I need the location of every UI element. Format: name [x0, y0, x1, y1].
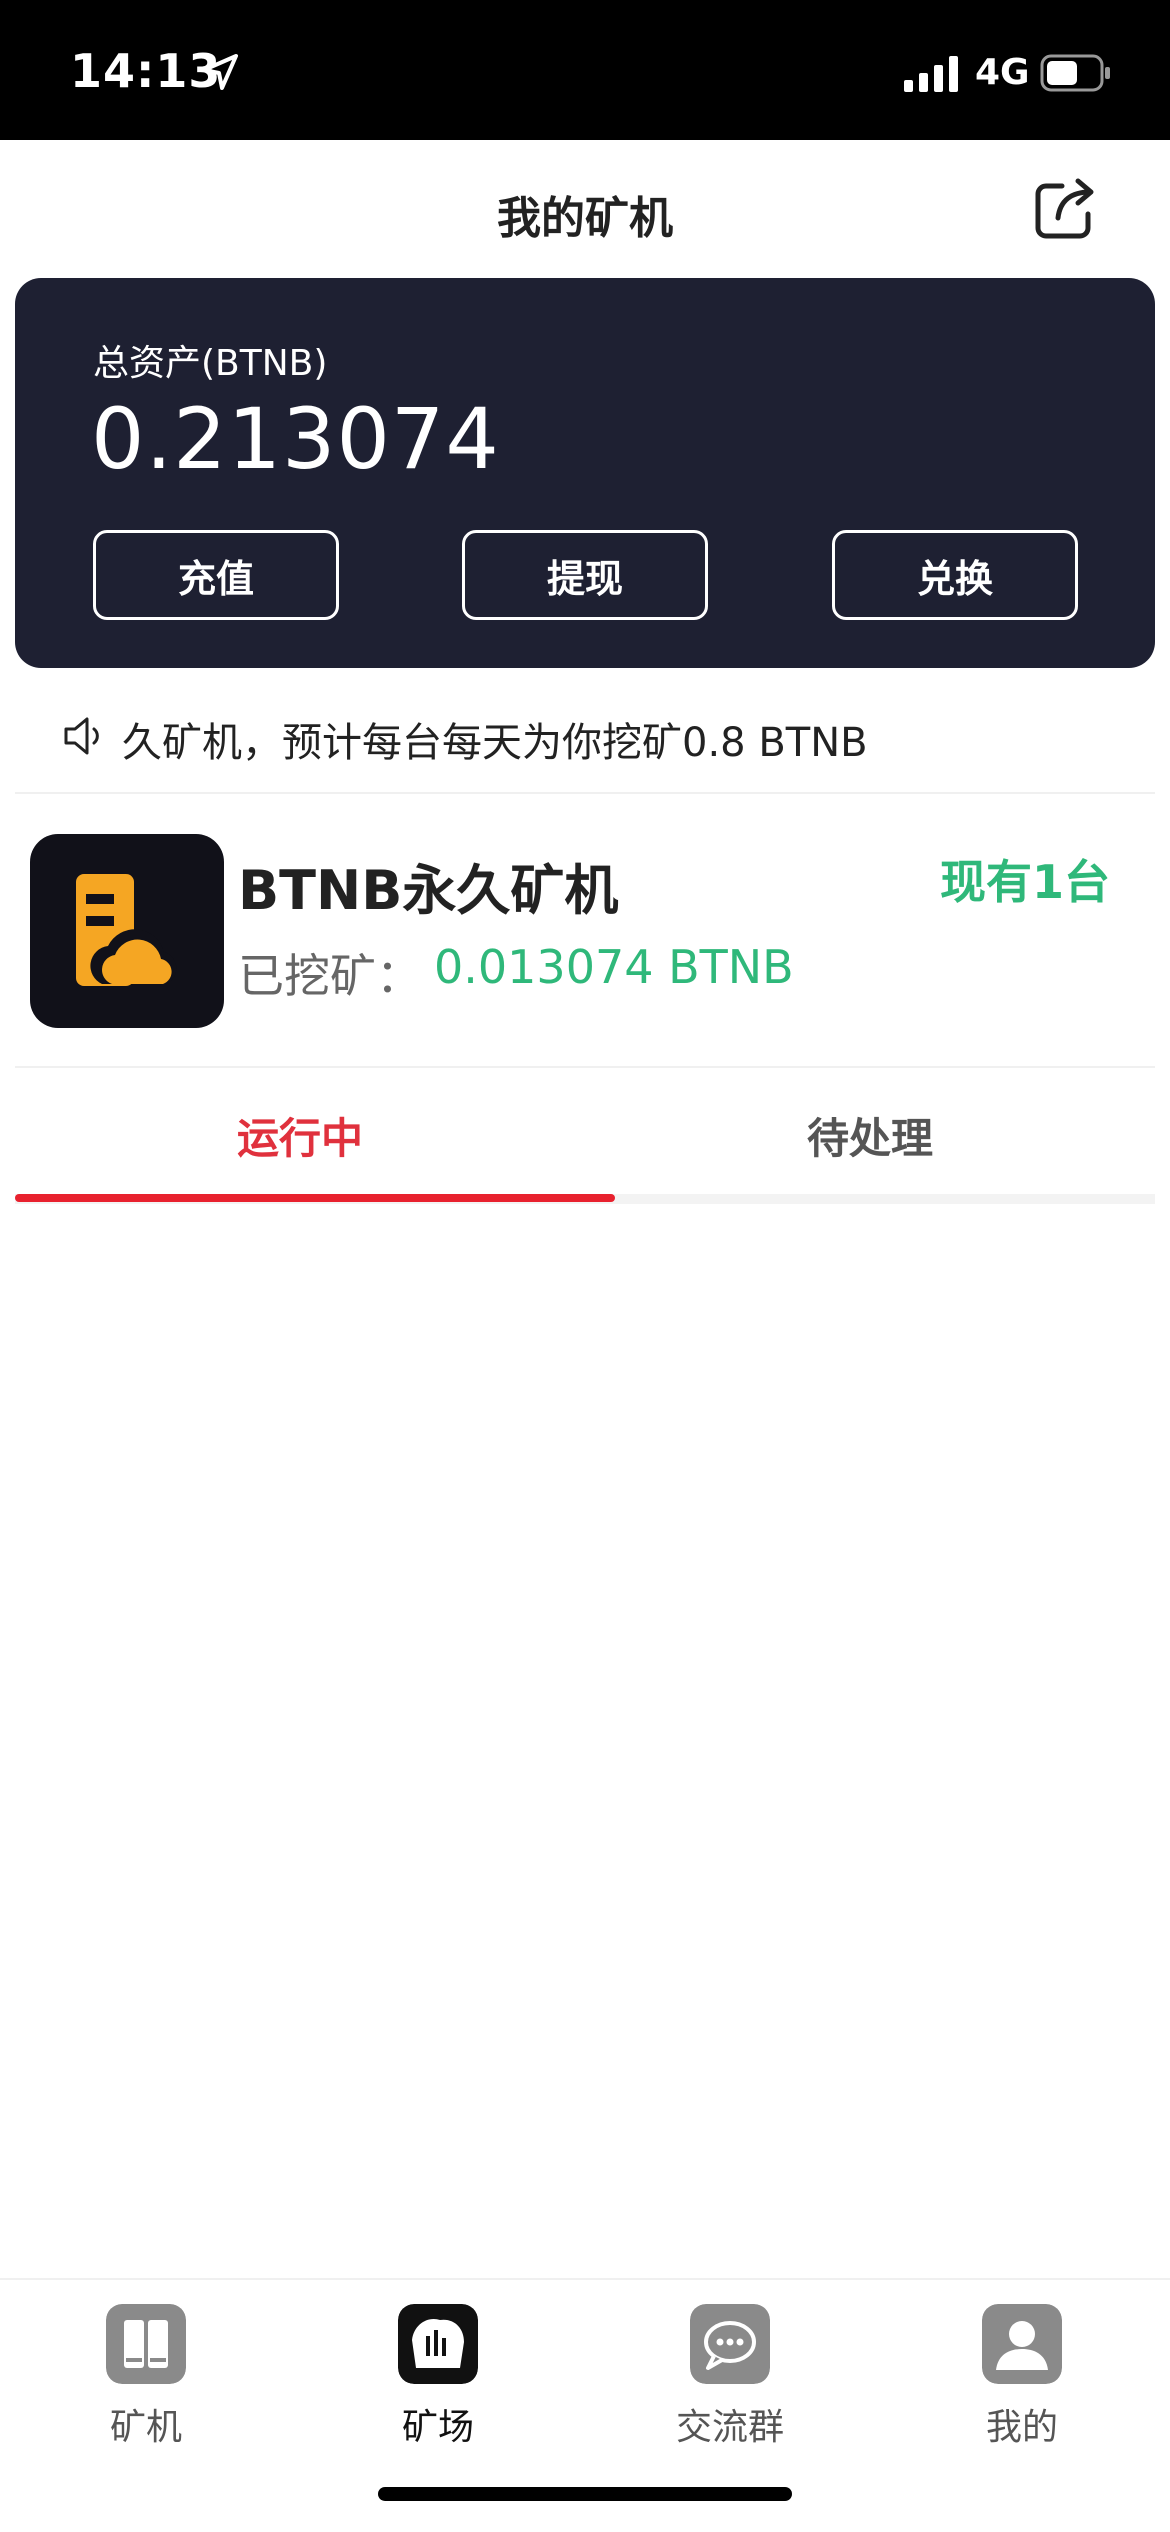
profile-icon — [982, 2304, 1062, 2384]
machine-card[interactable]: BTNB永久矿机 现有1台 已挖矿： 0.013074 BTNB — [0, 810, 1170, 1060]
machine-count: 现有1台 — [939, 855, 1110, 909]
status-tabs: 运行中 待处理 — [15, 1070, 1155, 1214]
tabbar-label: 矿场 — [401, 2407, 474, 2448]
battery-icon — [1040, 54, 1110, 92]
nav-bar: 我的矿机 — [0, 140, 1170, 280]
tabbar-item-machines[interactable]: 矿机 — [46, 2294, 246, 2474]
mine-field-icon — [398, 2304, 478, 2384]
divider — [15, 1066, 1155, 1068]
machine-name: BTNB永久矿机 — [238, 859, 619, 922]
tabbar-label: 交流群 — [675, 2407, 784, 2448]
mined-label: 已挖矿： — [238, 949, 422, 1003]
mined-value: 0.013074 BTNB — [434, 940, 794, 994]
status-bar: 14:13 4G — [0, 0, 1170, 140]
tabbar-label: 我的 — [985, 2407, 1058, 2448]
recharge-button[interactable]: 充值 — [93, 530, 339, 620]
mining-machine-icon — [106, 2304, 186, 2384]
status-time: 14:13 — [70, 44, 222, 98]
home-indicator[interactable] — [378, 2487, 792, 2501]
tabbar-item-mine-field[interactable]: 矿场 — [338, 2294, 538, 2474]
exchange-button[interactable]: 兑换 — [832, 530, 1078, 620]
server-cloud-icon — [30, 834, 224, 1028]
tab-active-indicator — [15, 1194, 615, 1202]
tab-pending[interactable]: 待处理 — [585, 1070, 1155, 1200]
signal-icon — [904, 56, 958, 92]
tabbar-item-profile[interactable]: 我的 — [922, 2294, 1122, 2474]
share-icon[interactable] — [1032, 176, 1098, 242]
speaker-icon — [64, 717, 99, 755]
withdraw-button[interactable]: 提现 — [462, 530, 708, 620]
chat-group-icon — [690, 2304, 770, 2384]
divider — [15, 792, 1155, 794]
notice-bar: 久矿机，预计每台每天为你挖矿0.8 BTNB — [0, 690, 1170, 790]
tabbar-item-chat-group[interactable]: 交流群 — [630, 2294, 830, 2474]
asset-card: 总资产(BTNB) 0.213074 充值 提现 兑换 — [15, 278, 1155, 668]
page-title: 我的矿机 — [497, 193, 673, 244]
total-assets-value: 0.213074 — [91, 390, 500, 488]
tab-running[interactable]: 运行中 — [15, 1070, 585, 1200]
network-type: 4G — [975, 52, 1030, 93]
total-assets-label: 总资产(BTNB) — [93, 343, 328, 384]
notice-text: 久矿机，预计每台每天为你挖矿0.8 BTNB — [122, 720, 868, 766]
tabbar-label: 矿机 — [109, 2407, 182, 2448]
location-arrow-icon — [202, 54, 238, 90]
